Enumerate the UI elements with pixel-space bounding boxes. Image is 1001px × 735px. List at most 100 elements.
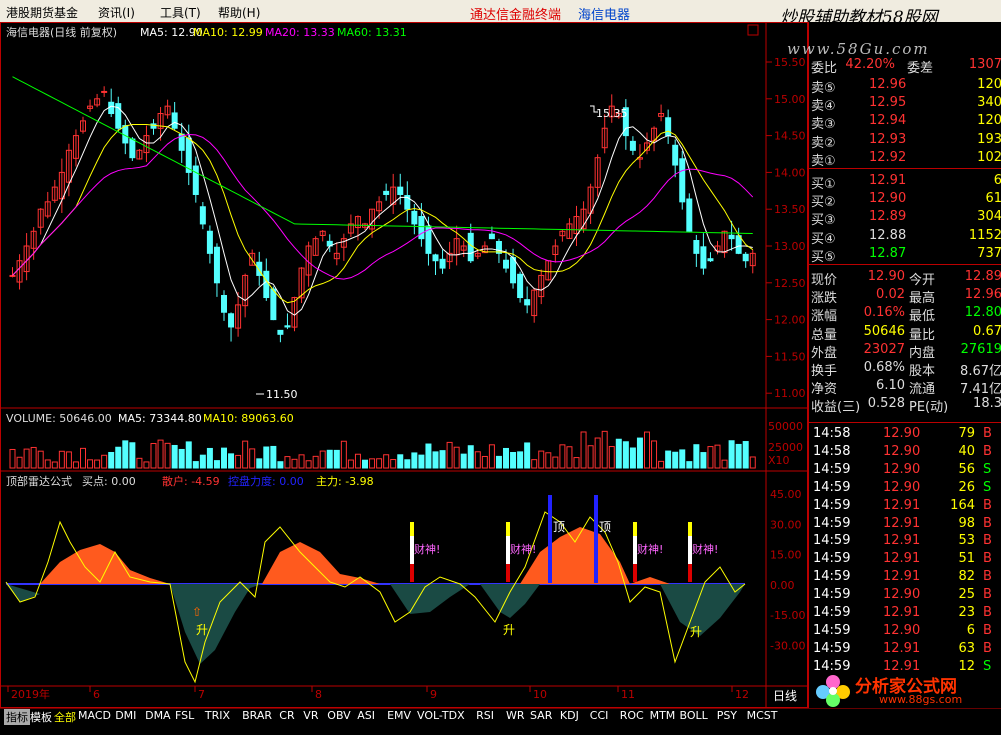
stat-row-cell: 今开 bbox=[909, 273, 936, 288]
indicator-tab-trix[interactable]: TRIX bbox=[203, 709, 232, 725]
indicator-axis-label: -15.00 bbox=[770, 609, 805, 622]
volume-bar bbox=[686, 461, 693, 469]
tick-row: 14:59 12.91 53 B bbox=[809, 532, 1001, 550]
indicator-tab-sar[interactable]: SAR bbox=[528, 709, 554, 725]
price-axis-label: 12.00 bbox=[774, 314, 806, 327]
tick-row-cell: 79 bbox=[958, 426, 975, 441]
ask-row-cell: 卖④ bbox=[811, 99, 836, 115]
stat-row-cell: 23027 bbox=[863, 341, 905, 357]
price-axis-label: 11.00 bbox=[774, 387, 806, 400]
quote-panel: www.58Gu.com 委比 42.20% 委差 1307 卖⑤ 12.96 120 卖④ 1… bbox=[787, 22, 1001, 708]
volume-bar bbox=[559, 444, 566, 469]
tick-row-cell: B bbox=[983, 605, 992, 620]
indicator-tab-rsi[interactable]: RSI bbox=[474, 709, 496, 725]
indicator-tab-boll[interactable]: BOLL bbox=[678, 709, 710, 725]
bid-row: 买⑤ 12.87 737 bbox=[809, 245, 1001, 265]
volume-bar bbox=[228, 453, 235, 469]
menu-item-tools[interactable]: 工具(T) bbox=[160, 4, 201, 21]
indicator-tab-obv[interactable]: OBV bbox=[325, 709, 352, 725]
ticks-divider bbox=[809, 422, 1001, 423]
bid-row-cell: 买⑤ bbox=[811, 249, 836, 265]
candle-body bbox=[150, 123, 157, 129]
indicator-tab-dmi[interactable]: DMI bbox=[113, 709, 138, 725]
ask-row-cell: 卖③ bbox=[811, 117, 836, 133]
menu-item-help[interactable]: 帮助(H) bbox=[218, 4, 260, 21]
indicator-tab-wr[interactable]: WR bbox=[504, 709, 527, 725]
menu-item-hk-futures-funds[interactable]: 港股期货基金 bbox=[6, 4, 78, 21]
ding-label: 顶 bbox=[553, 520, 565, 534]
indicator-tab-asi[interactable]: ASI bbox=[355, 709, 377, 725]
indicator-tab-指标[interactable]: 指标 bbox=[4, 709, 30, 725]
date-axis-label: 7 bbox=[198, 688, 205, 701]
volume-bar bbox=[545, 452, 552, 469]
volume-bar bbox=[488, 444, 495, 469]
indicator-tab-brar[interactable]: BRAR bbox=[240, 709, 274, 725]
candle-body bbox=[503, 259, 509, 269]
stat-row-cell: 12.96 bbox=[964, 287, 1001, 303]
zhuli-area bbox=[6, 584, 40, 602]
tick-row-cell: B bbox=[983, 640, 992, 656]
chart-close-icon[interactable] bbox=[747, 24, 759, 36]
stat-row-cell: PE(动) bbox=[909, 400, 949, 416]
ma20-readout: MA20: 13.33 bbox=[265, 26, 335, 39]
stat-row: 外盘 23027 内盘 27619 bbox=[809, 341, 1001, 361]
volume-bar bbox=[157, 439, 164, 469]
volume-bar bbox=[601, 430, 608, 469]
bid-row: 买③ 12.89 304 bbox=[809, 208, 1001, 228]
indicator-tab-模板[interactable]: 模板 bbox=[28, 709, 54, 725]
ask-row-cell: 193 bbox=[977, 131, 1001, 147]
indicator-tab-全部[interactable]: 全部 bbox=[52, 709, 78, 725]
period-label[interactable]: 日线 bbox=[773, 689, 797, 703]
price-axis-label: 13.50 bbox=[774, 203, 806, 216]
volume-bar bbox=[256, 458, 263, 469]
volume-bar bbox=[221, 447, 227, 469]
tick-row-cell: 12.91 bbox=[883, 605, 921, 620]
stat-row-cell: 外盘 bbox=[811, 345, 838, 361]
menu-item-news[interactable]: 资讯(I) bbox=[98, 4, 135, 21]
volume-bar bbox=[742, 441, 749, 469]
indicator-tab-vol-tdx[interactable]: VOL-TDX bbox=[415, 709, 467, 725]
volume-bar bbox=[213, 460, 220, 469]
caishen-marker-top bbox=[410, 522, 414, 536]
indicator-tab-mcst[interactable]: MCST bbox=[745, 709, 780, 725]
indicator-tab-dma[interactable]: DMA bbox=[143, 709, 173, 725]
tick-row-cell: 12.90 bbox=[883, 587, 921, 603]
indicator-tab-vr[interactable]: VR bbox=[301, 709, 320, 725]
volume-bar bbox=[531, 459, 538, 469]
volume-bar bbox=[164, 442, 171, 469]
indicator-tab-psy[interactable]: PSY bbox=[715, 709, 739, 725]
indicator-tab-fsl[interactable]: FSL bbox=[173, 709, 196, 725]
indicator-tab-macd[interactable]: MACD bbox=[76, 709, 113, 725]
indicator-axis-label: 45.00 bbox=[770, 488, 802, 501]
date-axis-label: 6 bbox=[93, 688, 100, 701]
volume-bar bbox=[721, 459, 728, 469]
candle-body bbox=[228, 313, 235, 328]
indicator-tab-roc[interactable]: ROC bbox=[618, 709, 646, 725]
volume-bar bbox=[206, 447, 213, 469]
tick-row-cell: 6 bbox=[966, 622, 975, 638]
kline-chart-area[interactable]: 海信电器(日线 前复权) MA5: 12.90 MA10: 12.99 MA20… bbox=[0, 22, 808, 708]
volume-bar bbox=[305, 460, 312, 469]
bid-row-cell: 304 bbox=[977, 209, 1001, 225]
tick-row-cell: 164 bbox=[950, 497, 975, 513]
indicator-tab-mtm[interactable]: MTM bbox=[648, 709, 678, 725]
caishen-marker-bottom bbox=[688, 564, 692, 582]
price-axis-label: 14.00 bbox=[774, 166, 806, 179]
tick-row-cell: 53 bbox=[958, 533, 975, 549]
volume-bar bbox=[728, 440, 735, 469]
tick-row-cell: 12.91 bbox=[883, 497, 921, 513]
indicator-tab-cci[interactable]: CCI bbox=[588, 709, 611, 725]
tick-row-cell: 12.91 bbox=[883, 533, 921, 549]
indicator-tab-kdj[interactable]: KDJ bbox=[558, 709, 581, 725]
candle-body bbox=[221, 294, 227, 313]
tick-row-cell: 12.91 bbox=[883, 515, 921, 531]
candle-body bbox=[213, 246, 220, 284]
volume-bar bbox=[129, 442, 136, 469]
stat-row: 涨幅 0.16% 最低 12.80 bbox=[809, 304, 1001, 324]
indicator-tab-cr[interactable]: CR bbox=[277, 709, 296, 725]
indicator-tab-emv[interactable]: EMV bbox=[385, 709, 413, 725]
tick-row: 14:59 12.91 63 B bbox=[809, 640, 1001, 658]
volume-bar bbox=[312, 455, 319, 469]
bid-row-cell: 737 bbox=[977, 245, 1001, 261]
volume-bar bbox=[354, 453, 361, 469]
